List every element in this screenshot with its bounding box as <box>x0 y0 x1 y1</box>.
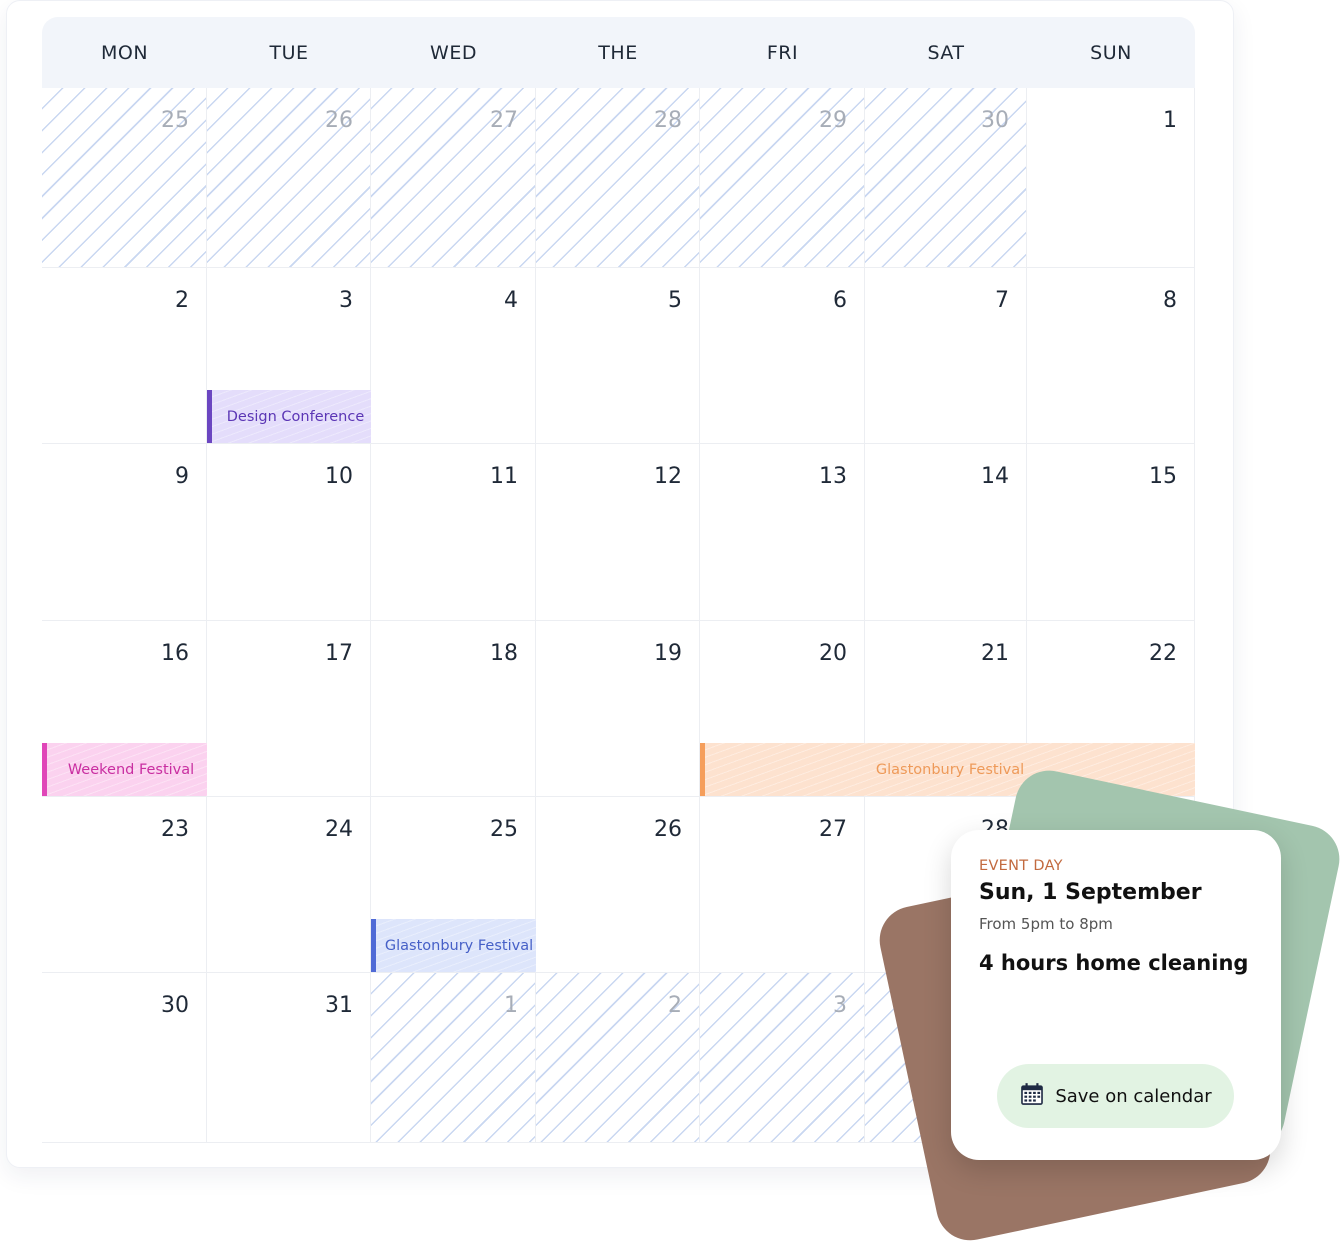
day-number: 30 <box>161 993 189 1018</box>
day-number: 5 <box>668 288 682 313</box>
day-cell[interactable]: 29 <box>700 88 865 268</box>
weekday-sun: SUN <box>1090 41 1132 64</box>
day-cell[interactable]: 1 <box>1027 88 1195 268</box>
day-cell[interactable]: 31 <box>207 973 371 1143</box>
day-cell[interactable]: 15 <box>1027 444 1195 621</box>
day-cell[interactable]: 12 <box>536 444 700 621</box>
day-cell[interactable]: 30 <box>42 973 207 1143</box>
day-number: 12 <box>654 464 682 489</box>
day-cell[interactable]: 30 <box>865 88 1027 268</box>
save-on-calendar-button[interactable]: Save on calendar <box>997 1064 1234 1128</box>
day-cell[interactable]: 11 <box>371 444 536 621</box>
day-number: 26 <box>325 108 353 133</box>
day-cell[interactable]: 10 <box>207 444 371 621</box>
day-number: 31 <box>325 993 353 1018</box>
day-cell[interactable]: 2 <box>536 973 700 1143</box>
day-number: 7 <box>995 288 1009 313</box>
day-number: 24 <box>325 817 353 842</box>
day-number: 10 <box>325 464 353 489</box>
calendar-icon <box>1019 1081 1045 1112</box>
day-number: 18 <box>490 641 518 666</box>
day-cell[interactable]: 4 <box>371 268 536 444</box>
day-cell[interactable]: 18 <box>371 621 536 797</box>
day-number: 29 <box>819 108 847 133</box>
event-label: Glastonbury Festival <box>384 937 534 954</box>
day-cell[interactable]: 8 <box>1027 268 1195 444</box>
day-number: 25 <box>490 817 518 842</box>
day-number: 8 <box>1163 288 1177 313</box>
day-cell[interactable]: 6 <box>700 268 865 444</box>
event-card-title: 4 hours home cleaning <box>979 951 1249 975</box>
day-cell[interactable]: 27 <box>371 88 536 268</box>
weekday-the: THE <box>598 41 638 64</box>
day-number: 1 <box>1163 108 1177 133</box>
day-number: 11 <box>490 464 518 489</box>
day-number: 13 <box>819 464 847 489</box>
day-number: 6 <box>833 288 847 313</box>
day-number: 23 <box>161 817 189 842</box>
day-cell[interactable]: 26 <box>536 797 700 973</box>
event-bar-glastonbury-festival[interactable]: Glastonbury Festival <box>371 919 536 972</box>
weekday-mon: MON <box>100 41 149 64</box>
day-number: 2 <box>175 288 189 313</box>
day-number: 27 <box>819 817 847 842</box>
day-number: 9 <box>175 464 189 489</box>
day-number: 2 <box>668 993 682 1018</box>
day-number: 16 <box>161 641 189 666</box>
event-bar-weekend-festival[interactable]: Weekend Festival <box>42 743 207 796</box>
weekday-sat: SAT <box>927 41 965 64</box>
day-cell[interactable]: 2 <box>42 268 207 444</box>
day-cell[interactable]: 26 <box>207 88 371 268</box>
day-cell[interactable]: 17 <box>207 621 371 797</box>
day-number: 22 <box>1149 641 1177 666</box>
event-label: Glastonbury Festival <box>875 761 1025 778</box>
day-number: 14 <box>981 464 1009 489</box>
day-cell[interactable]: 23 <box>42 797 207 973</box>
day-number: 3 <box>833 993 847 1018</box>
day-number: 30 <box>981 108 1009 133</box>
day-cell[interactable]: 7 <box>865 268 1027 444</box>
event-card-time: From 5pm to 8pm <box>979 915 1113 933</box>
day-cell[interactable]: 19 <box>536 621 700 797</box>
event-label: Design Conference <box>226 408 365 425</box>
day-number: 20 <box>819 641 847 666</box>
day-cell[interactable]: 13 <box>700 444 865 621</box>
day-cell[interactable]: 9 <box>42 444 207 621</box>
day-number: 15 <box>1149 464 1177 489</box>
weekday-tue: TUE <box>269 41 309 64</box>
day-cell[interactable]: 25 <box>42 88 207 268</box>
event-card[interactable]: EVENT DAY Sun, 1 September From 5pm to 8… <box>951 830 1281 1160</box>
event-bar-design-conference[interactable]: Design Conference <box>207 390 371 443</box>
weekday-fri: FRI <box>766 41 799 64</box>
day-cell[interactable]: 14 <box>865 444 1027 621</box>
event-card-label: EVENT DAY <box>979 858 1063 874</box>
day-number: 3 <box>339 288 353 313</box>
save-on-calendar-label: Save on calendar <box>1055 1085 1212 1107</box>
day-number: 28 <box>654 108 682 133</box>
weekday-header: MON TUE WED THE FRI SAT SUN <box>42 17 1195 88</box>
day-cell[interactable]: 5 <box>536 268 700 444</box>
day-number: 4 <box>504 288 518 313</box>
day-cell[interactable]: 24 <box>207 797 371 973</box>
day-cell[interactable]: 28 <box>536 88 700 268</box>
day-cell[interactable]: 1 <box>371 973 536 1143</box>
day-number: 25 <box>161 108 189 133</box>
event-card-date: Sun, 1 September <box>979 880 1202 905</box>
day-number: 19 <box>654 641 682 666</box>
day-cell[interactable]: 27 <box>700 797 865 973</box>
day-number: 27 <box>490 108 518 133</box>
day-number: 26 <box>654 817 682 842</box>
day-number: 1 <box>504 993 518 1018</box>
event-label: Weekend Festival <box>67 761 195 778</box>
day-number: 21 <box>981 641 1009 666</box>
day-number: 17 <box>325 641 353 666</box>
day-cell[interactable]: 3 <box>700 973 865 1143</box>
weekday-wed: WED <box>430 41 477 64</box>
